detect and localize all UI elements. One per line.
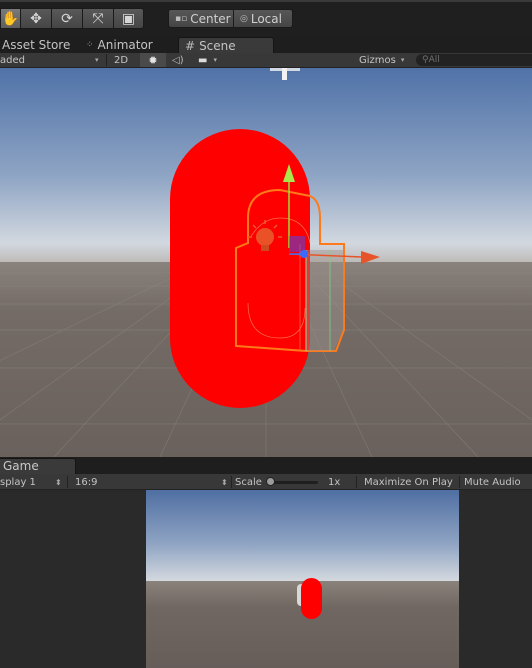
pivot-toggles: ▪▫ Center ◎ Local bbox=[168, 9, 293, 29]
rotate-tool-button[interactable]: ⟳ bbox=[51, 8, 82, 29]
divider bbox=[231, 476, 232, 488]
gizmos-label: Gizmos bbox=[359, 54, 396, 66]
scale-tool-button[interactable]: ⤧ bbox=[82, 8, 113, 29]
tab-asset-store-label: Asset Store bbox=[2, 38, 71, 52]
rotate-icon: ⟳ bbox=[61, 10, 73, 27]
pivot-local-button[interactable]: ◎ Local bbox=[233, 9, 293, 28]
transform-tools: ✋ ✥ ⟳ ⤧ ▣ bbox=[0, 8, 144, 30]
search-icon: ⚲ bbox=[422, 55, 429, 65]
mode-2d-toggle[interactable]: 2D bbox=[114, 53, 128, 67]
scale-value: 1x bbox=[328, 474, 340, 490]
sky bbox=[146, 490, 459, 582]
pivot-local-label: Local bbox=[250, 11, 282, 26]
hand-icon: ✋ bbox=[1, 10, 20, 27]
tab-scene[interactable]: # Scene bbox=[178, 37, 274, 53]
audio-toggle[interactable]: ◁) bbox=[172, 53, 184, 67]
scene-toolbar: aded ▾ 2D ✹ ◁) ▬ ▾ Gizmos ▾ ⚲All bbox=[0, 53, 532, 68]
dropdown-arrow-icon: ▾ bbox=[213, 56, 217, 64]
pivot-center-button[interactable]: ▪▫ Center bbox=[168, 9, 233, 28]
scene-search-input[interactable]: ⚲All bbox=[416, 54, 532, 66]
game-toolbar: splay 1 ⬍ 16:9 ⬍ Scale 1x Maximize On Pl… bbox=[0, 474, 532, 490]
maximize-on-play-label: Maximize On Play bbox=[364, 476, 453, 488]
maximize-on-play-toggle[interactable]: Maximize On Play bbox=[364, 474, 453, 490]
scale-slider[interactable] bbox=[268, 481, 318, 484]
display-dropdown[interactable]: splay 1 ⬍ bbox=[0, 474, 64, 490]
main-toolbar: ✋ ✥ ⟳ ⤧ ▣ ▪▫ Center ◎ Local bbox=[0, 0, 532, 36]
mute-audio-toggle[interactable]: Mute Audio bbox=[464, 474, 521, 490]
shading-mode-dropdown[interactable]: aded ▾ bbox=[0, 53, 104, 67]
tab-animator[interactable]: ⁘ Animator bbox=[86, 37, 153, 53]
move-tool-button[interactable]: ✥ bbox=[20, 8, 51, 29]
search-placeholder: All bbox=[428, 55, 440, 65]
tab-animator-label: Animator bbox=[97, 38, 153, 52]
cube-face bbox=[306, 250, 344, 351]
tab-scene-label: Scene bbox=[199, 38, 236, 53]
rotation-icon: ◎ bbox=[240, 13, 248, 24]
rect-tool-button[interactable]: ▣ bbox=[113, 8, 144, 29]
tab-game[interactable]: Game bbox=[0, 458, 76, 474]
scene-tabbar: Asset Store ⁘ Animator # Scene bbox=[0, 36, 532, 53]
capsule-object bbox=[301, 578, 322, 619]
divider bbox=[459, 476, 460, 488]
sun-icon: ✹ bbox=[148, 53, 158, 67]
toolbar-top-border bbox=[0, 0, 532, 2]
game-panel bbox=[0, 490, 532, 668]
dropdown-arrows-icon: ⬍ bbox=[55, 477, 62, 487]
scale-label-text: Scale bbox=[235, 476, 262, 488]
scale-icon: ⤧ bbox=[92, 10, 104, 27]
move-icon: ✥ bbox=[30, 10, 42, 27]
speaker-icon: ◁) bbox=[172, 54, 184, 66]
divider bbox=[356, 476, 357, 488]
mute-audio-label: Mute Audio bbox=[464, 476, 521, 488]
game-view[interactable] bbox=[146, 490, 459, 668]
pivot-center-label: Center bbox=[190, 11, 231, 26]
pivot-icon: ▪▫ bbox=[175, 13, 188, 24]
display-value: splay 1 bbox=[0, 476, 36, 488]
divider bbox=[106, 54, 107, 66]
image-icon: ▬ bbox=[198, 54, 208, 66]
dropdown-arrows-icon: ⬍ bbox=[221, 477, 228, 487]
rect-icon: ▣ bbox=[121, 10, 136, 27]
scene-grid-icon: # bbox=[185, 38, 196, 53]
mode-2d-label: 2D bbox=[114, 54, 129, 66]
tab-game-label: Game bbox=[3, 459, 39, 473]
dropdown-arrow-icon: ▾ bbox=[400, 56, 405, 64]
scale-label: Scale bbox=[235, 474, 262, 490]
game-canvas bbox=[146, 490, 459, 668]
scene-canvas bbox=[0, 68, 532, 457]
gizmos-dropdown[interactable]: Gizmos ▾ bbox=[359, 53, 404, 67]
dropdown-arrow-icon: ▾ bbox=[95, 56, 99, 64]
aspect-dropdown[interactable]: 16:9 ⬍ bbox=[75, 474, 230, 490]
hand-tool-button[interactable]: ✋ bbox=[0, 8, 20, 29]
shading-mode-value: aded bbox=[0, 54, 25, 66]
aspect-value: 16:9 bbox=[75, 476, 98, 488]
game-tabbar: Game bbox=[0, 457, 532, 474]
scale-slider-handle[interactable] bbox=[266, 477, 275, 486]
tab-asset-store[interactable]: Asset Store bbox=[2, 37, 70, 53]
lighting-toggle[interactable]: ✹ bbox=[140, 53, 166, 67]
divider bbox=[67, 476, 68, 488]
scale-value-text: 1x bbox=[328, 476, 341, 488]
effects-toggle[interactable]: ▬ ▾ bbox=[198, 53, 217, 67]
scene-view[interactable] bbox=[0, 68, 532, 457]
animator-icon: ⁘ bbox=[86, 40, 94, 50]
